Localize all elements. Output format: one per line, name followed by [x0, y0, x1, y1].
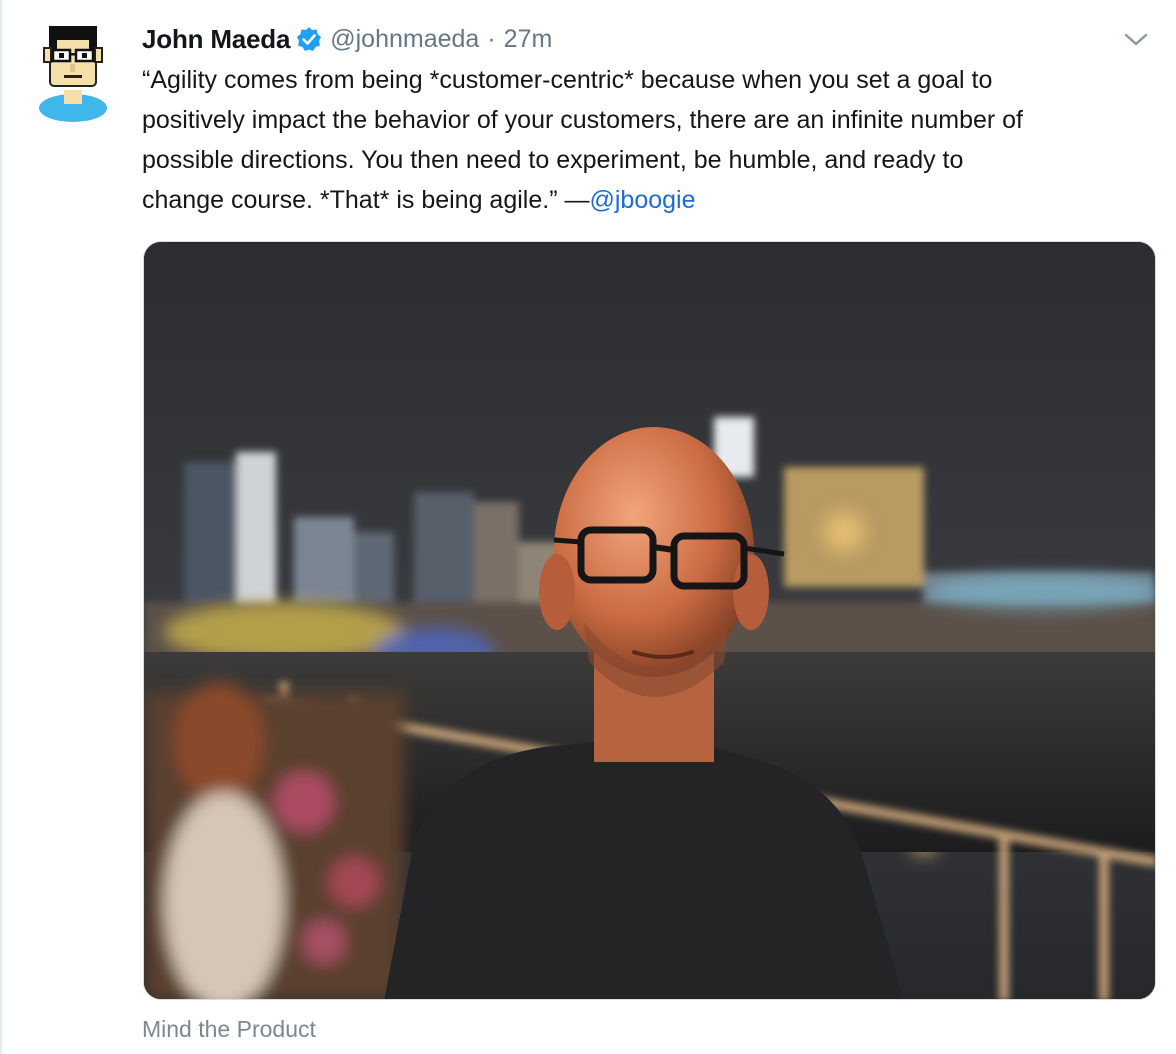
tweet-timestamp[interactable]: 27m	[504, 25, 553, 54]
tweet-text-line: “Agility comes from being *customer-cent…	[142, 66, 993, 94]
verified-badge-icon	[296, 26, 322, 52]
author-handle[interactable]: @johnmaeda	[330, 25, 479, 54]
tweet-text-line: positively impact the behavior of your c…	[142, 106, 1023, 134]
tweet-text: “Agility comes from being *customer-cent…	[142, 60, 1152, 220]
tweet-header: John Maeda @johnmaeda · 27m	[142, 20, 552, 58]
header-separator: ·	[487, 24, 496, 53]
author-name[interactable]: John Maeda	[142, 24, 290, 55]
tweet-text-line: possible directions. You then need to ex…	[142, 146, 964, 174]
photo-image	[144, 242, 1155, 999]
mention-link[interactable]: @jboogie	[589, 186, 695, 214]
tweet-photo[interactable]	[143, 241, 1156, 1000]
author-avatar[interactable]	[36, 22, 114, 122]
source-label[interactable]: Mind the Product	[142, 1016, 316, 1043]
chevron-down-icon[interactable]	[1122, 30, 1150, 50]
pixel-avatar-icon	[39, 26, 107, 122]
tweet-text-line: change course. *That* is being agile.” —	[142, 186, 590, 214]
tweet-card: John Maeda @johnmaeda · 27m “Agility com…	[0, 0, 1176, 1054]
timeline-divider	[0, 0, 2, 1054]
tweet-text-line-last: change course. *That* is being agile.” —…	[142, 180, 1152, 220]
